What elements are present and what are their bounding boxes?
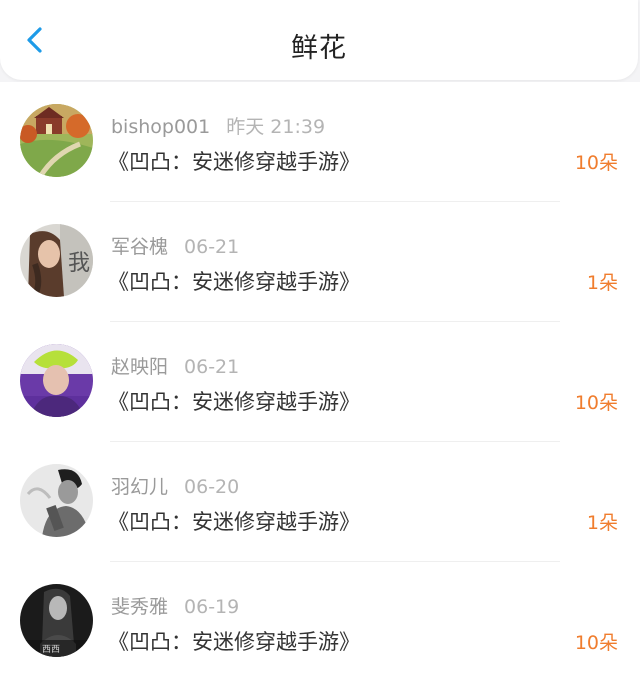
avatar[interactable] <box>20 104 93 177</box>
game-title[interactable]: 《凹凸：安迷修穿越手游》 <box>108 506 360 536</box>
user-meta: 斐秀雅 06-19 <box>111 592 239 619</box>
username: 斐秀雅 <box>111 596 169 618</box>
page-title: 鲜花 <box>291 33 347 64</box>
game-title[interactable]: 《凹凸：安迷修穿越手游》 <box>108 266 360 296</box>
list-item[interactable]: 羽幻儿 06-20 《凹凸：安迷修穿越手游》 1朵 <box>0 442 640 562</box>
avatar[interactable] <box>20 464 93 537</box>
list-item[interactable]: 赵映阳 06-21 《凹凸：安迷修穿越手游》 10朵 <box>0 322 640 442</box>
timestamp: 06-20 <box>184 476 240 498</box>
flower-count: 1朵 <box>586 272 618 294</box>
timestamp: 昨天 21:39 <box>226 116 326 138</box>
flower-count: 1朵 <box>586 512 618 534</box>
user-meta: 军谷槐 06-21 <box>111 232 239 259</box>
list-item[interactable]: 我 军谷槐 06-21 《凹凸：安迷修穿越手游》 1朵 <box>0 202 640 322</box>
game-title[interactable]: 《凹凸：安迷修穿越手游》 <box>108 386 360 416</box>
timestamp: 06-21 <box>184 236 240 258</box>
flower-record-list: bishop001 昨天 21:39 《凹凸：安迷修穿越手游》 10朵 我 军谷槐… <box>0 82 640 681</box>
top-bar: 鲜花 <box>0 0 638 80</box>
avatar[interactable] <box>20 344 93 417</box>
flower-count: 10朵 <box>574 152 618 174</box>
list-item[interactable]: 西西 斐秀雅 06-19 《凹凸：安迷修穿越手游》 10朵 <box>0 562 640 681</box>
username: 赵映阳 <box>111 356 169 378</box>
username: bishop001 <box>111 116 211 138</box>
svg-text:我: 我 <box>68 251 90 276</box>
flower-count: 10朵 <box>574 632 618 654</box>
username: 羽幻儿 <box>111 476 169 498</box>
avatar[interactable]: 西西 <box>20 584 93 657</box>
timestamp: 06-21 <box>184 356 240 378</box>
user-meta: bishop001 昨天 21:39 <box>111 112 325 139</box>
game-title[interactable]: 《凹凸：安迷修穿越手游》 <box>108 146 360 176</box>
flowers-page: 鲜花 bishop001 昨天 21:39 《凹凸：安迷修穿越手游》 10朵 我… <box>0 0 640 681</box>
user-meta: 羽幻儿 06-20 <box>111 472 239 499</box>
avatar[interactable]: 我 <box>20 224 93 297</box>
game-title[interactable]: 《凹凸：安迷修穿越手游》 <box>108 626 360 656</box>
svg-text:西西: 西西 <box>42 644 60 655</box>
flower-count: 10朵 <box>574 392 618 414</box>
username: 军谷槐 <box>111 236 169 258</box>
list-item[interactable]: bishop001 昨天 21:39 《凹凸：安迷修穿越手游》 10朵 <box>0 82 640 202</box>
user-meta: 赵映阳 06-21 <box>111 352 239 379</box>
timestamp: 06-19 <box>184 596 240 618</box>
